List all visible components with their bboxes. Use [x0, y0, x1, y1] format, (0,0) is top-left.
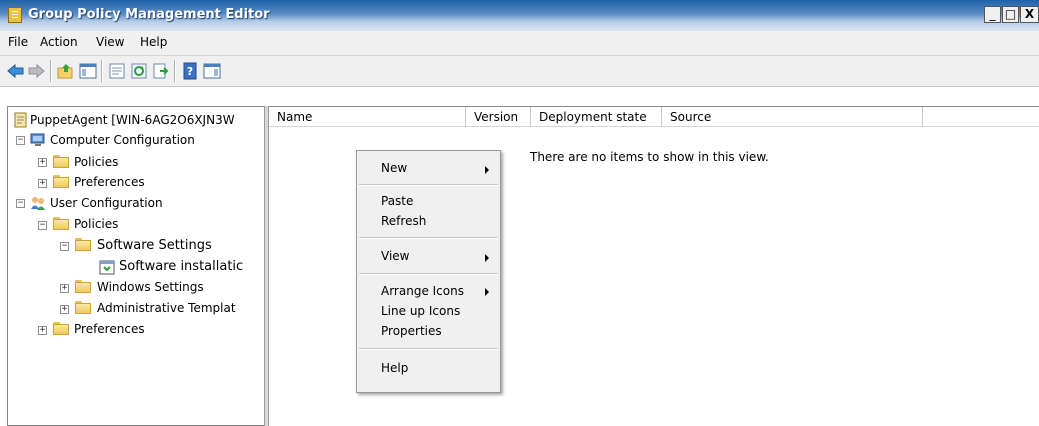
toolbar-separator	[50, 60, 52, 82]
folder-icon	[75, 301, 91, 314]
tree-item-administrative-templates[interactable]: Administrative Templat	[97, 300, 236, 316]
console-tree: PuppetAgent [WIN-6AG2O6XJN3W − Computer …	[7, 106, 264, 426]
folder-icon	[75, 280, 91, 293]
context-menu: New Paste Refresh View Arrange Icons Lin…	[356, 150, 501, 393]
empty-list-message: There are no items to show in this view.	[530, 150, 769, 164]
gpo-document-icon	[14, 112, 28, 128]
collapse-icon[interactable]: −	[60, 242, 69, 251]
menu-item-view[interactable]: View	[381, 249, 409, 263]
menu-separator	[359, 184, 498, 186]
collapse-icon[interactable]: −	[16, 199, 25, 208]
menu-separator	[359, 273, 498, 275]
folder-icon	[53, 155, 69, 168]
submenu-arrow-icon	[485, 254, 489, 262]
back-arrow-icon[interactable]	[7, 62, 25, 80]
menu-item-arrange-icons[interactable]: Arrange Icons	[381, 284, 464, 298]
expand-icon[interactable]: +	[38, 179, 47, 188]
folder-icon	[53, 322, 69, 335]
title-bar: Group Policy Management Editor _ □ X	[0, 0, 1039, 31]
expand-icon[interactable]: +	[38, 326, 47, 335]
menu-item-line-up-icons[interactable]: Line up Icons	[381, 304, 460, 318]
menu-item-refresh[interactable]: Refresh	[381, 214, 426, 228]
submenu-arrow-icon	[485, 166, 489, 174]
help-icon[interactable]: ?	[181, 62, 199, 80]
menu-item-help[interactable]: Help	[381, 361, 408, 375]
show-hide-tree-icon[interactable]	[79, 62, 97, 80]
menu-action[interactable]: Action	[40, 35, 78, 49]
menu-help[interactable]: Help	[140, 35, 167, 49]
forward-arrow-icon[interactable]	[27, 62, 45, 80]
minimize-button[interactable]: _	[984, 6, 1001, 23]
expand-icon[interactable]: +	[38, 158, 47, 167]
tree-item-cc-policies[interactable]: Policies	[74, 154, 118, 170]
svg-text:?: ?	[187, 65, 193, 78]
tree-item-software-installation[interactable]: Software installatic	[119, 259, 243, 275]
column-header-empty	[923, 107, 1039, 127]
users-icon	[31, 197, 45, 210]
properties-icon[interactable]	[108, 62, 126, 80]
maximize-button[interactable]: □	[1002, 6, 1019, 23]
computer-icon	[30, 133, 45, 146]
tree-item-windows-settings[interactable]: Windows Settings	[97, 279, 204, 295]
toolbar-separator	[101, 60, 103, 82]
folder-icon	[53, 217, 69, 230]
menu-item-properties[interactable]: Properties	[381, 324, 442, 338]
app-icon	[8, 7, 22, 23]
column-header-version[interactable]: Version	[466, 107, 530, 127]
menu-file[interactable]: File	[8, 35, 28, 49]
tree-item-software-settings[interactable]: Software Settings	[97, 238, 212, 254]
tree-item-computer-configuration[interactable]: Computer Configuration	[50, 132, 195, 148]
window-title: Group Policy Management Editor	[28, 7, 270, 22]
menu-separator	[359, 237, 498, 239]
column-header-name[interactable]: Name	[269, 107, 465, 127]
tree-item-cc-preferences[interactable]: Preferences	[74, 174, 145, 190]
menu-item-paste[interactable]: Paste	[381, 194, 413, 208]
toolbar: ?	[0, 56, 1039, 87]
menu-view[interactable]: View	[96, 35, 124, 49]
collapse-icon[interactable]: −	[38, 221, 47, 230]
expand-icon[interactable]: +	[60, 284, 69, 293]
expand-icon[interactable]: +	[60, 305, 69, 314]
show-hide-action-pane-icon[interactable]	[203, 62, 221, 80]
tree-item-root[interactable]: PuppetAgent [WIN-6AG2O6XJN3W	[30, 112, 235, 128]
tree-item-user-configuration[interactable]: User Configuration	[50, 195, 163, 211]
tree-item-uc-preferences[interactable]: Preferences	[74, 321, 145, 337]
toolbar-separator	[174, 60, 176, 82]
tree-item-uc-policies[interactable]: Policies	[74, 216, 118, 232]
software-installation-icon	[99, 260, 115, 275]
column-header-source[interactable]: Source	[662, 107, 922, 127]
close-button[interactable]: X	[1020, 6, 1039, 23]
menu-bar: File Action View Help	[0, 31, 1039, 56]
menu-item-new[interactable]: New	[381, 161, 407, 175]
collapse-icon[interactable]: −	[16, 136, 25, 145]
export-list-icon[interactable]	[152, 62, 170, 80]
submenu-arrow-icon	[485, 288, 489, 296]
up-folder-icon[interactable]	[57, 62, 75, 80]
column-header-deployment-state[interactable]: Deployment state	[531, 107, 661, 127]
menu-separator	[359, 348, 498, 350]
refresh-icon[interactable]	[130, 62, 148, 80]
folder-icon	[53, 175, 69, 188]
folder-icon	[75, 238, 91, 251]
